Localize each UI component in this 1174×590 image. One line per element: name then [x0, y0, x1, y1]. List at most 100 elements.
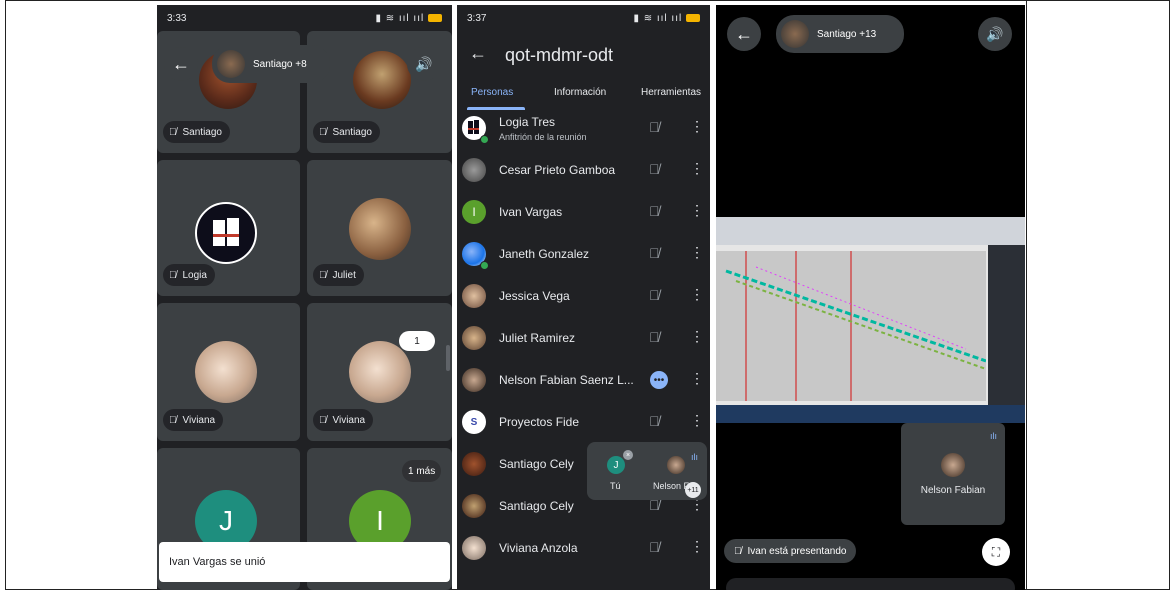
avatar — [462, 452, 486, 476]
tab-informacion[interactable]: Información — [554, 87, 606, 98]
back-button[interactable]: ← — [164, 47, 198, 81]
more-participants-badge[interactable]: 1 más — [402, 460, 442, 482]
self-view-overlay[interactable]: J × Tú ılı Nelson Fa +11 — [587, 442, 707, 500]
cad-drawing — [716, 251, 987, 401]
participant-row[interactable]: I Ivan Vargas 🎙̸ ⋮ — [457, 191, 710, 233]
bottom-controls-bar[interactable] — [726, 578, 1015, 590]
fullscreen-exit-icon: ⛶ — [991, 544, 1001, 559]
scrollbar[interactable] — [446, 345, 450, 371]
mic-off-icon[interactable]: 🎙̸ — [649, 287, 660, 303]
participant-tile[interactable]: 🎙̸ Logia — [157, 160, 300, 296]
mic-off-icon[interactable]: 🎙̸ — [649, 329, 660, 345]
participants-label: Santiago +8 — [253, 58, 307, 70]
avatar — [462, 494, 486, 518]
participant-tile[interactable]: ılı Nelson Fabian — [901, 423, 1005, 525]
participant-tile[interactable]: 🎙̸ Viviana — [157, 303, 300, 441]
mic-off-icon: 🎙̸ — [319, 269, 327, 281]
avatar — [462, 158, 486, 182]
participant-name: Viviana Anzola — [499, 541, 578, 555]
participants-pill[interactable]: Santiago +13 — [776, 15, 904, 53]
back-button[interactable]: ← — [727, 17, 761, 51]
more-options-icon[interactable]: ⋮ — [690, 538, 704, 555]
avatar — [195, 341, 257, 403]
participant-label: 🎙̸ Santiago — [313, 121, 380, 143]
more-options-icon[interactable]: ⋮ — [690, 370, 704, 387]
more-options-icon[interactable]: ⋮ — [690, 160, 704, 177]
participant-name: Santiago Cely — [499, 499, 574, 513]
presenting-banner: 🎙̸ Ivan está presentando — [724, 539, 857, 563]
audio-icon: ılı — [989, 431, 997, 441]
mic-off-icon[interactable]: 🎙̸ — [649, 119, 660, 135]
arrow-left-icon: ← — [172, 53, 190, 74]
participant-name: Logia Tres — [499, 115, 556, 129]
participant-name: Cesar Prieto Gamboa — [499, 163, 616, 177]
more-options-icon[interactable]: ⋮ — [690, 202, 704, 219]
mic-off-icon: × — [623, 450, 633, 460]
participant-tile[interactable]: 🎙̸ Juliet — [307, 160, 452, 296]
participant-row[interactable]: Cesar Prieto Gamboa 🎙̸ ⋮ — [457, 149, 710, 191]
avatar — [462, 368, 486, 392]
participant-row[interactable]: Jessica Vega 🎙̸ ⋮ — [457, 275, 710, 317]
participant-label: 🎙̸ Viviana — [163, 409, 224, 431]
status-time: 3:37 — [467, 13, 487, 24]
status-icons: ▮ ≋ ııl ııl — [633, 13, 700, 24]
participant-name: Juliet Ramirez — [499, 331, 576, 345]
avatar — [349, 198, 411, 260]
status-bar: 3:37 ▮ ≋ ııl ııl — [457, 5, 710, 31]
mic-off-icon: 🎙̸ — [734, 545, 742, 557]
self-label: Tú — [610, 481, 621, 491]
mic-off-icon: 🎙̸ — [169, 414, 177, 426]
more-options-icon[interactable]: ⋮ — [690, 244, 704, 261]
mic-off-icon[interactable]: 🎙̸ — [649, 245, 660, 261]
meeting-title: qot-mdmr-odt — [505, 45, 614, 65]
more-options-icon[interactable]: ⋮ — [690, 118, 704, 135]
back-button[interactable]: ← — [469, 43, 487, 64]
cad-side-panel — [988, 245, 1025, 405]
participant-label: 🎙̸ Santiago — [163, 121, 230, 143]
participant-row[interactable]: Juliet Ramirez 🎙̸ ⋮ — [457, 317, 710, 359]
participant-row[interactable]: Janeth Gonzalez 🎙̸ ⋮ — [457, 233, 710, 275]
speaker-button[interactable]: 🔊 — [407, 47, 441, 81]
avatar — [667, 456, 685, 474]
shared-screen — [716, 217, 1025, 423]
speaking-indicator-icon: ••• — [650, 371, 668, 389]
participant-row[interactable]: Viviana Anzola 🎙̸ ⋮ — [457, 527, 710, 569]
participant-name: Nelson Fabian Saenz L... — [499, 373, 634, 387]
participant-tile[interactable]: 🎙̸ Viviana — [307, 303, 452, 441]
avatar — [462, 536, 486, 560]
join-toast: Ivan Vargas se unió — [159, 542, 450, 582]
participant-row[interactable]: Nelson Fabian Saenz L... ••• ⋮ — [457, 359, 710, 401]
mic-off-icon[interactable]: 🎙̸ — [649, 161, 660, 177]
logia-logo — [195, 202, 257, 264]
mic-off-icon: 🎙̸ — [169, 269, 177, 281]
meet-grid-screen: 3:33 ▮ ≋ ııl ııl 🎙̸ Santiago 🎙̸ Santiago 🎙… — [157, 5, 452, 590]
fullscreen-exit-button[interactable]: ⛶ — [982, 538, 1010, 566]
participants-label: Santiago +13 — [817, 28, 877, 40]
participant-row[interactable]: S Proyectos Fide 🎙̸ ⋮ — [457, 401, 710, 443]
participant-label: 🎙̸ Logia — [163, 264, 215, 286]
participant-row[interactable]: Logia Tres Anfitrión de la reunión 🎙̸ ⋮ — [457, 107, 710, 149]
cad-taskbar — [716, 405, 1025, 423]
participants-pill[interactable]: Santiago +8 — [212, 45, 330, 83]
avatar — [462, 284, 486, 308]
mic-off-icon[interactable]: 🎙̸ — [649, 203, 660, 219]
more-options-icon[interactable]: ⋮ — [690, 412, 704, 429]
participant-name: Janeth Gonzalez — [499, 247, 590, 261]
mic-off-icon: 🎙̸ — [319, 126, 327, 138]
more-options-icon[interactable]: ⋮ — [690, 328, 704, 345]
tab-personas[interactable]: Personas — [471, 87, 513, 98]
avatar — [353, 51, 411, 109]
mic-off-icon[interactable]: 🎙̸ — [649, 413, 660, 429]
avatar — [941, 453, 965, 477]
initial-avatar: J — [607, 456, 625, 474]
participant-name: Proyectos Fide — [499, 415, 580, 429]
more-options-icon[interactable]: ⋮ — [690, 286, 704, 303]
speaker-button[interactable]: 🔊 — [978, 17, 1012, 51]
mic-off-icon[interactable]: 🎙̸ — [649, 539, 660, 555]
tab-herramientas[interactable]: Herramientas — [641, 87, 701, 98]
participant-name: Santiago Cely — [499, 457, 574, 471]
avatar — [781, 20, 809, 48]
participant-label: 🎙̸ Viviana — [313, 409, 374, 431]
audio-icon: ılı — [691, 452, 699, 462]
participant-label: 🎙̸ Juliet — [313, 264, 364, 286]
